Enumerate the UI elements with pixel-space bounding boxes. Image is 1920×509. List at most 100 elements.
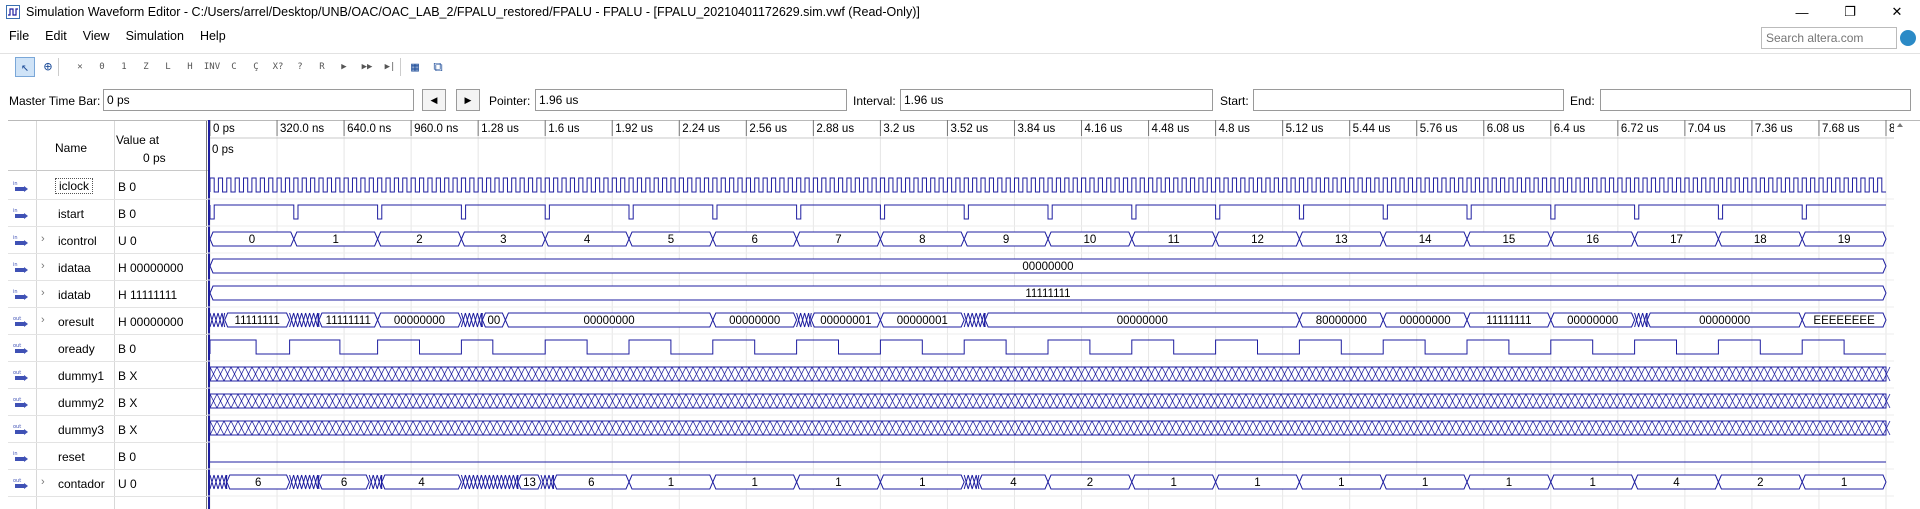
bus-value-label: EEEEEEEE	[1813, 315, 1875, 327]
unknown-hatch	[209, 393, 1891, 409]
run-functional-icon[interactable]: ▶	[334, 57, 354, 77]
toolbar-separator	[400, 58, 401, 76]
expand-chevron-icon[interactable]: ›	[41, 260, 45, 272]
menu-file[interactable]: File	[9, 29, 29, 43]
force-random-icon[interactable]: ?	[290, 57, 310, 77]
bus-value-label: 1	[1422, 477, 1428, 489]
expand-chevron-icon[interactable]: ›	[41, 314, 45, 326]
bus-value-label: 4	[1010, 477, 1017, 489]
signal-row-dummy1[interactable]: out dummy1 B X	[8, 362, 208, 389]
run-timing-netlist-icon[interactable]: ▶|	[380, 57, 400, 77]
signal-row-dummy2[interactable]: out dummy2 B X	[8, 389, 208, 416]
signal-row-iclock[interactable]: in iclock B 0	[8, 173, 208, 200]
signal-row-dummy3[interactable]: out dummy3 B X	[8, 416, 208, 443]
expand-chevron-icon[interactable]: ›	[41, 287, 45, 299]
name-column-header[interactable]: Name	[55, 141, 87, 155]
bus-value-label: 2	[1087, 477, 1093, 489]
bus-value-label: 11111111	[326, 315, 371, 327]
bus-value-label: 1	[835, 477, 841, 489]
input-pin-icon: in	[13, 289, 28, 300]
minimize-button[interactable]: —	[1779, 0, 1825, 24]
signal-value: B 0	[118, 180, 137, 194]
signal-row-istart[interactable]: in istart B 0	[8, 200, 208, 227]
close-button[interactable]: ✕	[1874, 0, 1920, 24]
search-input[interactable]	[1762, 28, 1892, 48]
output-pin-icon: out	[13, 343, 28, 354]
signal-row-idataa[interactable]: in › idataa H 00000000	[8, 254, 208, 281]
force-x-icon[interactable]: ✕	[70, 57, 90, 77]
maximize-button[interactable]: ❐	[1827, 0, 1873, 24]
force-clock-icon[interactable]: C	[224, 57, 244, 77]
menu-simulation[interactable]: Simulation	[126, 29, 184, 43]
next-transition-button[interactable]: ▶	[456, 89, 480, 111]
bus-value-label: 13	[523, 477, 536, 489]
run-timing-icon[interactable]: ▶▶	[357, 57, 377, 77]
signal-row-icontrol[interactable]: in › icontrol U 0	[8, 227, 208, 254]
menu-help[interactable]: Help	[200, 29, 226, 43]
time-tick-label: 2.88 us	[816, 123, 854, 135]
bus-value-label: 00000000	[1400, 315, 1451, 327]
signal-row-oresult[interactable]: out › oresult H 00000000	[8, 308, 208, 335]
signal-row-contador[interactable]: out › contador U 0	[8, 470, 208, 497]
menu-view[interactable]: View	[83, 29, 110, 43]
bus-value-label: 00000000	[1699, 315, 1750, 327]
bus-value-label: 1	[1589, 477, 1595, 489]
menu-edit[interactable]: Edit	[45, 29, 67, 43]
signal-value: H 00000000	[118, 261, 184, 275]
bit-waveform	[209, 339, 1886, 355]
signal-name: icontrol	[58, 234, 97, 248]
bus-value-label: 1	[1170, 477, 1176, 489]
end-input[interactable]	[1600, 89, 1911, 111]
expand-chevron-icon[interactable]: ›	[41, 476, 45, 488]
bus-transition-burst	[963, 312, 986, 328]
signal-name: dummy3	[58, 423, 105, 437]
bus-value-label: 1	[332, 234, 338, 246]
svg-text:out: out	[13, 397, 21, 403]
force-count-icon[interactable]: Ç	[246, 57, 266, 77]
menu-bar: File Edit View Simulation Help	[0, 24, 1920, 48]
force-weak-low-icon[interactable]: L	[158, 57, 178, 77]
pointer-input[interactable]	[535, 89, 847, 111]
force-z-icon[interactable]: Z	[136, 57, 156, 77]
group-icon[interactable]: ⧉	[428, 57, 448, 77]
vertical-scrollbar[interactable]	[1895, 120, 1905, 509]
bus-value-label: 80000000	[1316, 315, 1367, 327]
signal-row-oready[interactable]: out oready B 0	[8, 335, 208, 362]
time-tick-label: 6.4 us	[1554, 123, 1586, 135]
start-input[interactable]	[1253, 89, 1564, 111]
globe-icon[interactable]	[1900, 30, 1916, 46]
force-weak-high-icon[interactable]: H	[180, 57, 200, 77]
interval-input[interactable]	[900, 89, 1213, 111]
bus-value-label: 3	[500, 234, 506, 246]
expand-chevron-icon[interactable]: ›	[41, 233, 45, 245]
force-invert-icon[interactable]: INV	[202, 57, 222, 77]
snap-to-grid-icon[interactable]: ▦	[405, 57, 425, 77]
signal-value: B 0	[118, 342, 137, 356]
force-low-icon[interactable]: 0	[92, 57, 112, 77]
zoom-icon[interactable]: ⊕	[38, 57, 58, 77]
force-arbitrary-icon[interactable]: R	[312, 57, 332, 77]
bus-value-label: 00000000	[1022, 261, 1073, 273]
svg-text:in: in	[13, 181, 18, 187]
force-dc-icon[interactable]: X?	[268, 57, 288, 77]
svg-text:out: out	[13, 316, 21, 322]
select-icon[interactable]: ↖	[15, 57, 35, 77]
svg-text:out: out	[13, 424, 21, 430]
bus-value-label: 1	[1254, 477, 1260, 489]
svg-text:in: in	[13, 235, 18, 241]
signal-row-idatab[interactable]: in › idatab H 11111111	[8, 281, 208, 308]
value-column-header[interactable]: Value at	[116, 133, 159, 147]
master-time-bar-input[interactable]	[103, 89, 414, 111]
input-pin-icon: in	[13, 181, 28, 192]
time-tick-label: 7.36 us	[1755, 123, 1793, 135]
waveform-display[interactable]: 0 ps 320.0 ns 640.0 ns 960.0 ns 1.28 us 1.6 u…	[208, 120, 1894, 509]
bus-value-label: 11111111	[1486, 315, 1531, 327]
signal-row-reset[interactable]: in reset B 0	[8, 443, 208, 470]
svg-text:out: out	[13, 370, 21, 376]
force-high-icon[interactable]: 1	[114, 57, 134, 77]
bus-transition-burst	[209, 474, 228, 490]
output-pin-icon: out	[13, 370, 28, 381]
time-tick-label: 3.2 us	[883, 123, 915, 135]
bus-value-label: 00000000	[1117, 315, 1168, 327]
prev-transition-button[interactable]: ◀	[422, 89, 446, 111]
